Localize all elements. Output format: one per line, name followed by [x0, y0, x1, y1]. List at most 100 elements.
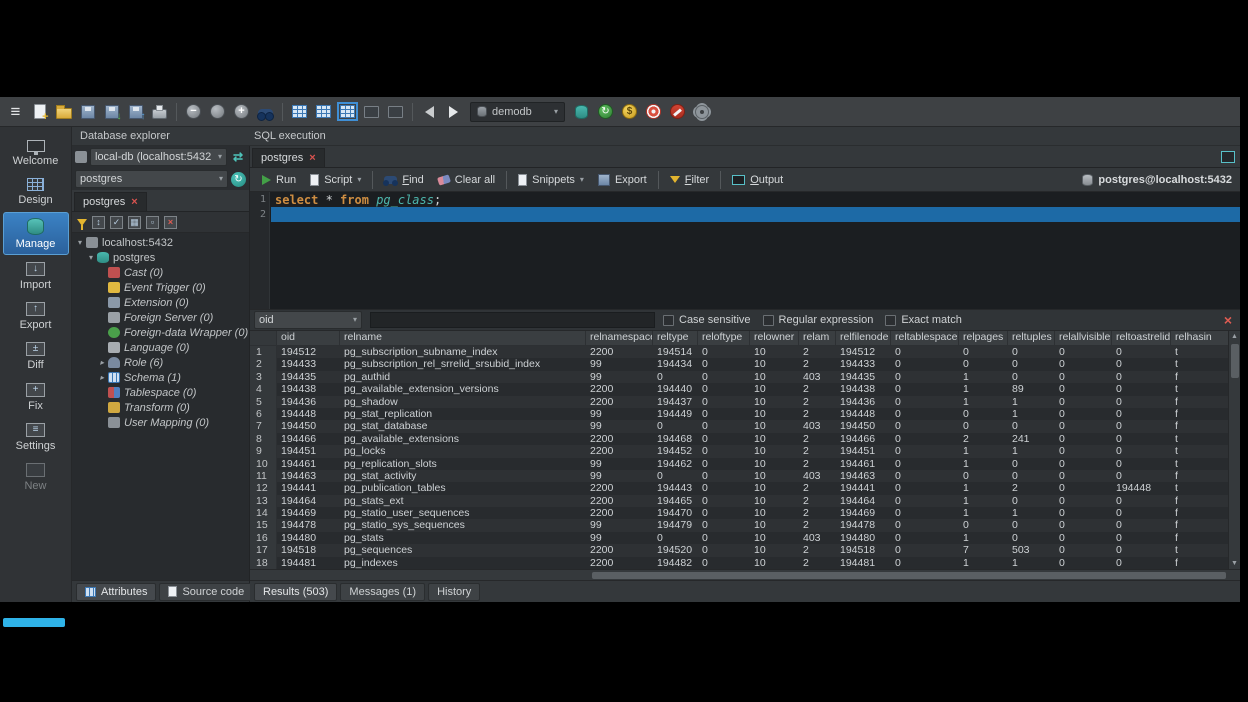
- vertical-scrollbar[interactable]: ▲ ▼: [1228, 331, 1240, 569]
- nav-item-fix[interactable]: +Fix: [3, 378, 69, 416]
- sql-editor[interactable]: 1 select * from pg_class; 2: [250, 192, 1240, 310]
- help-button[interactable]: [643, 101, 664, 123]
- column-header-reloftype[interactable]: reloftype: [698, 331, 750, 345]
- export-file-button[interactable]: [125, 101, 146, 123]
- nav-item-welcome[interactable]: Welcome: [3, 133, 69, 171]
- table-row[interactable]: 4194438pg_available_extension_versions22…: [250, 383, 1228, 395]
- tree-item-language-0-[interactable]: Language (0): [72, 340, 249, 355]
- scrollbar-thumb[interactable]: [1231, 344, 1239, 378]
- print-button[interactable]: [149, 101, 170, 123]
- column-header-relname[interactable]: relname: [340, 331, 586, 345]
- table-row[interactable]: 8194466pg_available_extensions2200194468…: [250, 433, 1228, 445]
- table-row[interactable]: 5194436pg_shadow220019443701021944360110…: [250, 396, 1228, 408]
- tree-item-user-mapping-0-[interactable]: User Mapping (0): [72, 415, 249, 430]
- maximize-panel-icon[interactable]: [1221, 151, 1235, 163]
- filter-search-input[interactable]: [370, 312, 655, 328]
- column-header-oid[interactable]: oid: [277, 331, 340, 345]
- zoom-in-button[interactable]: +: [231, 101, 252, 123]
- tree-item-event-trigger-0-[interactable]: Event Trigger (0): [72, 280, 249, 295]
- clear-all-button[interactable]: Clear all: [432, 172, 501, 188]
- preferences-button[interactable]: [691, 101, 712, 123]
- horizontal-scrollbar[interactable]: [250, 569, 1240, 580]
- scroll-up-icon[interactable]: ▲: [1231, 331, 1238, 342]
- script-button[interactable]: Script▾: [304, 172, 367, 188]
- tree-item-tablespace-0-[interactable]: Tablespace (0): [72, 385, 249, 400]
- forward-button[interactable]: [443, 101, 464, 123]
- save-script-button[interactable]: [77, 101, 98, 123]
- zoom-reset-button[interactable]: [207, 101, 228, 123]
- table-row[interactable]: 3194435pg_authid99001040319443501000f: [250, 371, 1228, 383]
- table-row[interactable]: 11194463pg_stat_activity9900104031944630…: [250, 470, 1228, 482]
- multi-select-icon[interactable]: ✓: [110, 216, 123, 229]
- column-header-reltype[interactable]: reltype: [653, 331, 698, 345]
- tree-item-localhost-5432[interactable]: ▾localhost:5432: [72, 235, 249, 250]
- exact-match-checkbox[interactable]: Exact match: [885, 314, 962, 326]
- table-row[interactable]: 14194469pg_statio_user_sequences22001944…: [250, 507, 1228, 519]
- refresh-icon[interactable]: ↻: [231, 172, 246, 187]
- table-edit-icon[interactable]: ▦: [128, 216, 141, 229]
- menu-button[interactable]: ≡: [5, 101, 26, 123]
- refresh-schema-button[interactable]: ↻: [595, 101, 616, 123]
- split-grid-view-button[interactable]: [313, 101, 334, 123]
- filter-column-combo[interactable]: oid ▾: [254, 311, 362, 329]
- column-header-relowner[interactable]: relowner: [750, 331, 799, 345]
- credentials-button[interactable]: $: [619, 101, 640, 123]
- tree-item-cast-0-[interactable]: Cast (0): [72, 265, 249, 280]
- column-header-relpages[interactable]: relpages: [959, 331, 1008, 345]
- database-combo[interactable]: demodb▾: [470, 102, 565, 122]
- sort-icon[interactable]: ↕: [92, 216, 105, 229]
- snippets-button[interactable]: Snippets▾: [512, 172, 590, 188]
- database-select-combo[interactable]: postgres ▾: [75, 170, 228, 188]
- sql-tab-postgres[interactable]: postgres ×: [252, 148, 325, 167]
- table-row[interactable]: 13194464pg_stats_ext22001944650102194464…: [250, 495, 1228, 507]
- tree-item-extension-0-[interactable]: Extension (0): [72, 295, 249, 310]
- table-row[interactable]: 17194518pg_sequences22001945200102194518…: [250, 544, 1228, 556]
- table-row[interactable]: 18194481pg_indexes2200194482010219448101…: [250, 557, 1228, 569]
- tab-results-503-[interactable]: Results (503): [254, 583, 337, 601]
- new-script-button[interactable]: [29, 101, 50, 123]
- nav-item-settings[interactable]: ≡Settings: [3, 418, 69, 456]
- tree-item-foreign-server-0-[interactable]: Foreign Server (0): [72, 310, 249, 325]
- regular-expression-checkbox[interactable]: Regular expression: [763, 314, 874, 326]
- shutdown-button[interactable]: [667, 101, 688, 123]
- filter-button[interactable]: Filter: [664, 172, 715, 188]
- nav-item-manage[interactable]: Manage: [3, 212, 69, 255]
- query-builder-button[interactable]: [385, 101, 406, 123]
- tab-source-code[interactable]: Source code: [159, 583, 253, 601]
- open-script-button[interactable]: [53, 101, 74, 123]
- column-header-relnamespace[interactable]: relnamespace: [586, 331, 653, 345]
- back-button[interactable]: [419, 101, 440, 123]
- table-row[interactable]: 6194448pg_stat_replication99194449010219…: [250, 408, 1228, 420]
- nav-item-design[interactable]: Design: [3, 173, 69, 210]
- corner-cell[interactable]: [250, 331, 277, 345]
- table-row[interactable]: 1194512pg_subscription_subname_index2200…: [250, 346, 1228, 358]
- table-row[interactable]: 7194450pg_stat_database99001040319445000…: [250, 420, 1228, 432]
- tree-item-transform-0-[interactable]: Transform (0): [72, 400, 249, 415]
- find-button[interactable]: [255, 101, 276, 123]
- column-header-relfilenode[interactable]: relfilenode: [836, 331, 891, 345]
- tree-item-role-6-[interactable]: ▸Role (6): [72, 355, 249, 370]
- tree-item-postgres[interactable]: ▾postgres: [72, 250, 249, 265]
- copy-icon[interactable]: ▫: [146, 216, 159, 229]
- column-header-reltuples[interactable]: reltuples: [1008, 331, 1055, 345]
- table-row[interactable]: 10194461pg_replication_slots991944620102…: [250, 458, 1228, 470]
- nav-item-new[interactable]: New: [3, 458, 69, 496]
- tree-item-foreign-data-wrapper-0-[interactable]: Foreign-data Wrapper (0): [72, 325, 249, 340]
- column-header-reltablespace[interactable]: reltablespace: [891, 331, 959, 345]
- close-icon[interactable]: ×: [309, 153, 315, 164]
- grid-filter-view-button[interactable]: [337, 101, 358, 123]
- scroll-down-icon[interactable]: ▼: [1231, 558, 1238, 569]
- find-button[interactable]: Find: [378, 172, 429, 188]
- close-icon[interactable]: ×: [131, 197, 137, 208]
- tab-attributes[interactable]: Attributes: [76, 583, 156, 601]
- column-header-relallvisible[interactable]: relallvisible: [1055, 331, 1112, 345]
- tree-item-schema-1-[interactable]: ▸Schema (1): [72, 370, 249, 385]
- table-row[interactable]: 2194433pg_subscription_rel_srrelid_srsub…: [250, 358, 1228, 370]
- tab-messages-1-[interactable]: Messages (1): [340, 583, 425, 601]
- form-view-button[interactable]: [361, 101, 382, 123]
- zoom-out-button[interactable]: −: [183, 101, 204, 123]
- table-row[interactable]: 16194480pg_stats99001040319448001000f: [250, 532, 1228, 544]
- column-header-reltoastrelid[interactable]: reltoastrelid: [1112, 331, 1171, 345]
- export-button[interactable]: Export: [592, 172, 653, 188]
- filter-close-icon[interactable]: ×: [1224, 313, 1236, 327]
